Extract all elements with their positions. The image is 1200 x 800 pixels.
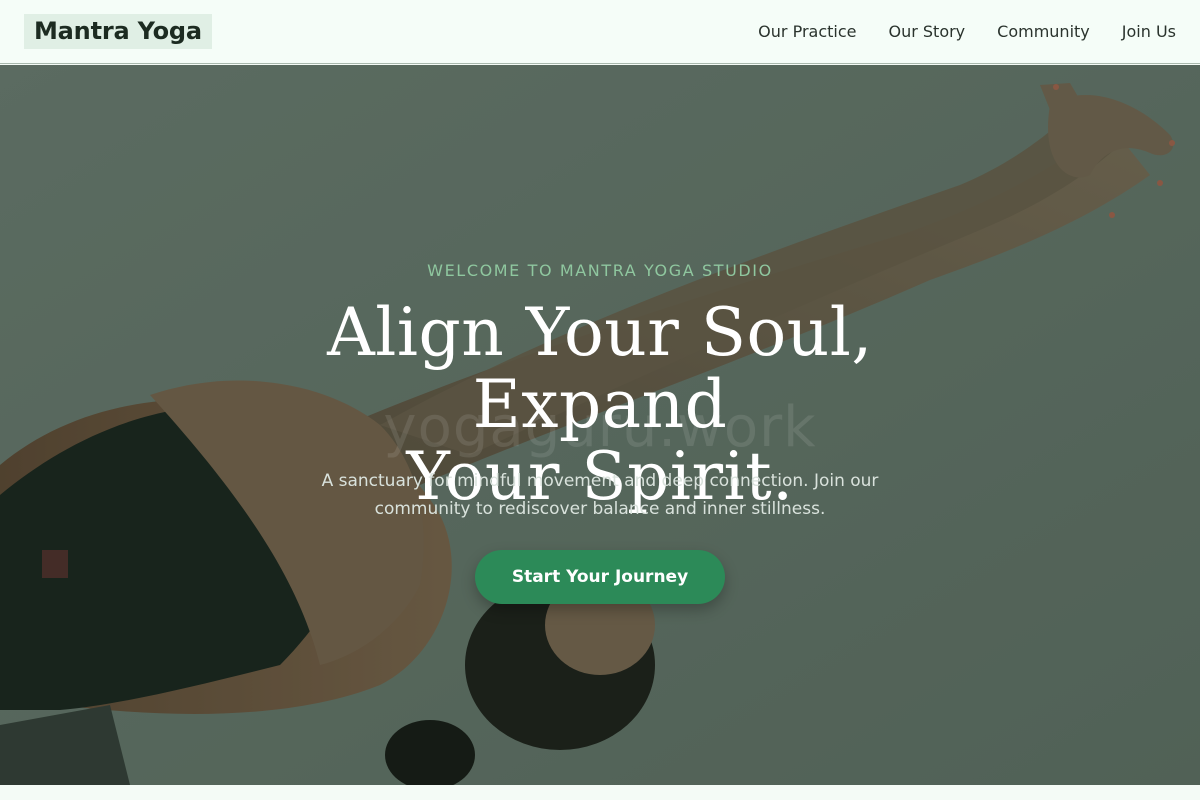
brand-logo[interactable]: Mantra Yoga [24, 14, 212, 49]
page-bottom-strip [0, 785, 1200, 800]
hero-subtext-line-1: A sanctuary for mindful movement and dee… [321, 471, 879, 491]
hero-subtext: A sanctuary for mindful movement and dee… [295, 467, 905, 523]
hero-eyebrow: WELCOME TO MANTRA YOGA STUDIO [427, 261, 773, 280]
hero-subtext-line-2: community to rediscover balance and inne… [374, 499, 826, 519]
nav-links: Our Practice Our Story Community Join Us [726, 22, 1176, 41]
hero-headline-line-1: Align Your Soul, Expand [327, 294, 873, 443]
hero-section: yogaguru.work WELCOME TO MANTRA YOGA STU… [0, 65, 1200, 785]
start-journey-button[interactable]: Start Your Journey [475, 550, 725, 604]
navbar: Mantra Yoga Our Practice Our Story Commu… [0, 0, 1200, 64]
hero-content: WELCOME TO MANTRA YOGA STUDIO Align Your… [0, 65, 1200, 785]
nav-link-join-us[interactable]: Join Us [1122, 22, 1176, 41]
nav-link-community[interactable]: Community [997, 22, 1090, 41]
nav-link-our-story[interactable]: Our Story [888, 22, 965, 41]
nav-link-our-practice[interactable]: Our Practice [758, 22, 856, 41]
